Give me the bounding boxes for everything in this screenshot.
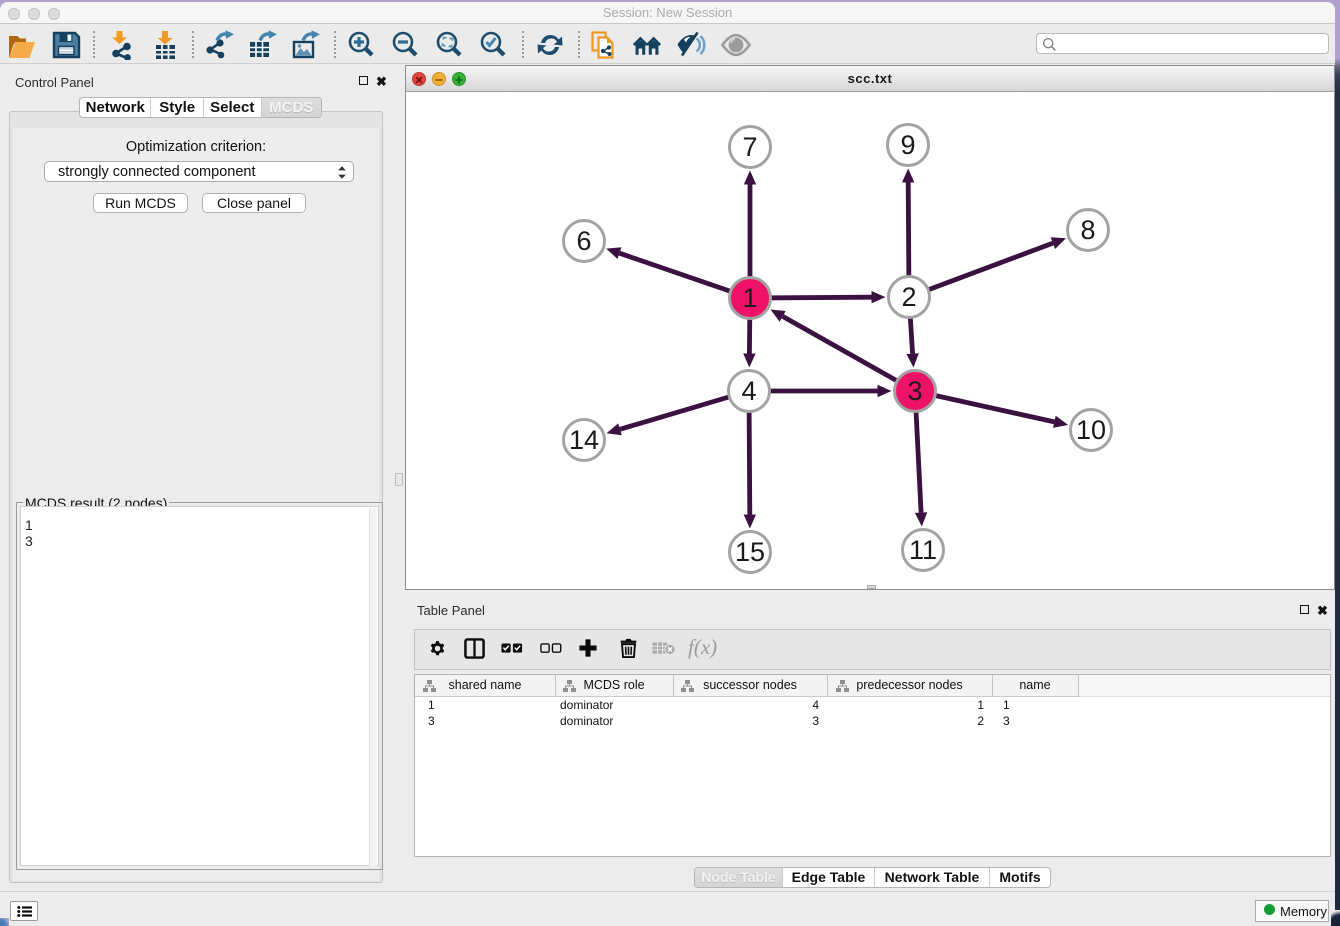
svg-text:1: 1 [742, 283, 757, 313]
svg-text:14: 14 [569, 425, 599, 455]
svg-text:8: 8 [1080, 215, 1095, 245]
svg-text:2: 2 [901, 282, 916, 312]
svg-text:4: 4 [741, 376, 756, 406]
svg-text:10: 10 [1076, 415, 1106, 445]
svg-text:15: 15 [735, 537, 765, 567]
svg-text:7: 7 [742, 132, 757, 162]
svg-text:9: 9 [900, 130, 915, 160]
svg-text:3: 3 [907, 376, 922, 406]
svg-text:6: 6 [576, 226, 591, 256]
svg-text:11: 11 [909, 535, 937, 565]
